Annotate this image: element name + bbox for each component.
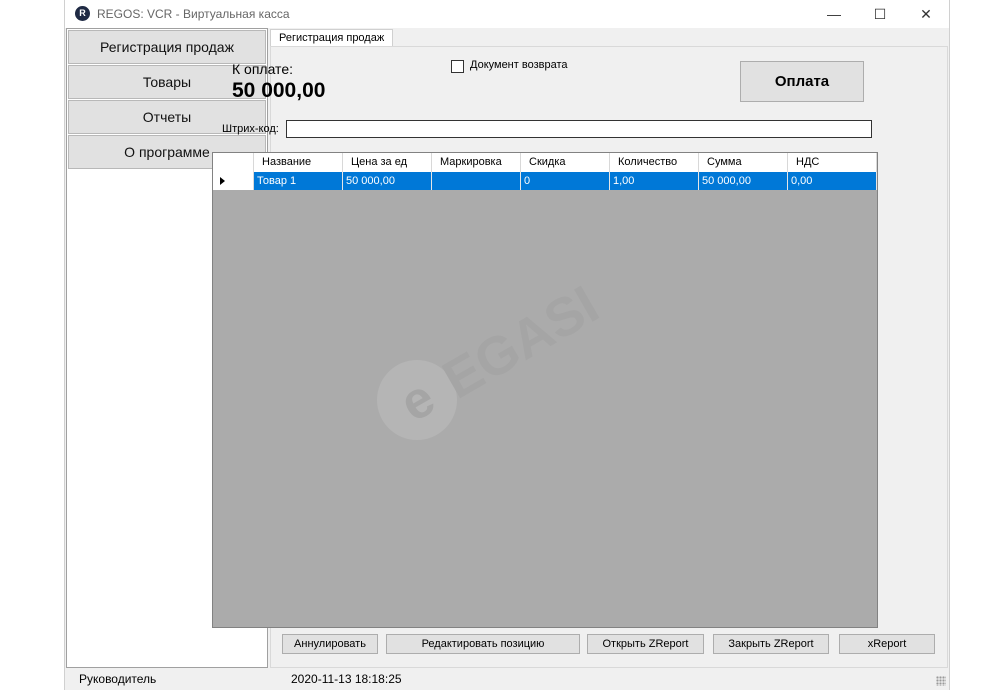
column-header-quantity[interactable]: Количество — [610, 153, 699, 172]
resize-grip-icon[interactable] — [936, 676, 946, 686]
cell-name[interactable]: Товар 1 — [254, 172, 343, 190]
amount-due-label: К оплате: — [232, 61, 293, 77]
open-zreport-button[interactable]: Открыть ZReport — [587, 634, 704, 654]
status-user-role: Руководитель — [79, 672, 157, 686]
edit-position-button[interactable]: Редактировать позицию — [386, 634, 580, 654]
grid-header: Название Цена за ед Маркировка Скидка Ко… — [213, 153, 877, 172]
cell-vat[interactable]: 0,00 — [788, 172, 877, 190]
current-row-arrow-icon — [220, 177, 225, 185]
grid-corner-cell — [213, 153, 254, 172]
xreport-button[interactable]: xReport — [839, 634, 935, 654]
amount-due-value: 50 000,00 — [232, 79, 326, 102]
egasi-watermark: e EGASI — [377, 274, 609, 440]
column-header-marking[interactable]: Маркировка — [432, 153, 521, 172]
barcode-input[interactable] — [286, 120, 872, 138]
column-header-discount[interactable]: Скидка — [521, 153, 610, 172]
sidebar-item-sales[interactable]: Регистрация продаж — [68, 30, 266, 64]
status-datetime: 2020-11-13 18:18:25 — [291, 672, 402, 686]
cell-discount[interactable]: 0 — [521, 172, 610, 190]
column-header-vat[interactable]: НДС — [788, 153, 877, 172]
cell-price[interactable]: 50 000,00 — [343, 172, 432, 190]
cell-quantity[interactable]: 1,00 — [610, 172, 699, 190]
column-header-sum[interactable]: Сумма — [699, 153, 788, 172]
row-header[interactable] — [213, 172, 254, 190]
cell-sum[interactable]: 50 000,00 — [699, 172, 788, 190]
close-zreport-button[interactable]: Закрыть ZReport — [713, 634, 829, 654]
column-header-name[interactable]: Название — [254, 153, 343, 172]
table-row[interactable]: Товар 1 50 000,00 0 1,00 50 000,00 0,00 — [213, 172, 877, 190]
watermark-text: EGASI — [433, 274, 609, 410]
return-document-label[interactable]: Документ возврата — [470, 59, 567, 71]
column-header-price[interactable]: Цена за ед — [343, 153, 432, 172]
pay-button[interactable]: Оплата — [740, 61, 864, 102]
return-document-checkbox[interactable] — [451, 60, 464, 73]
cancel-sale-button[interactable]: Аннулировать — [282, 634, 378, 654]
barcode-label: Штрих-код: — [222, 123, 279, 135]
cell-marking[interactable] — [432, 172, 521, 190]
